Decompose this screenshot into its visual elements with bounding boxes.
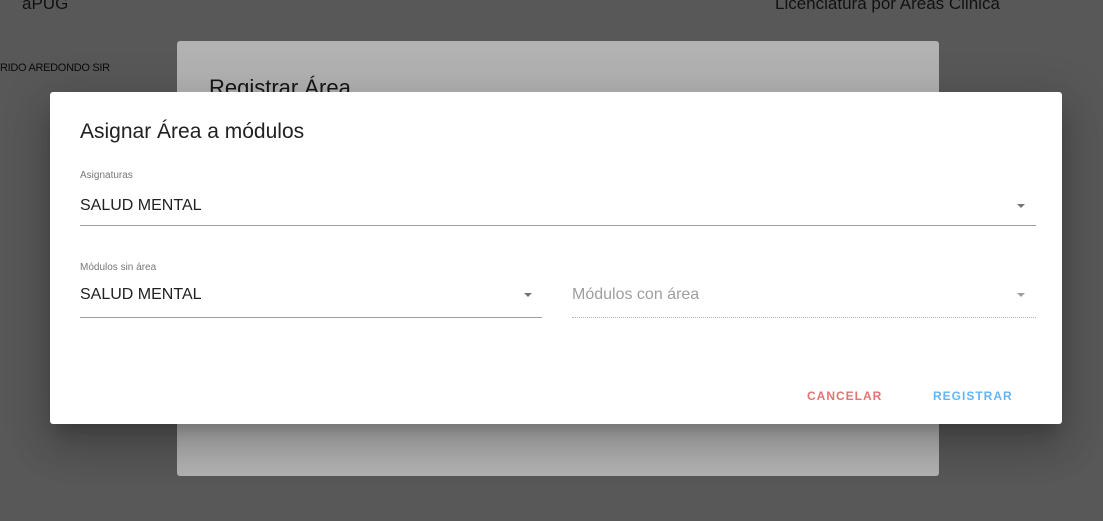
dialog-title: Asignar Área a módulos — [80, 120, 305, 143]
chevron-down-icon[interactable] — [1017, 293, 1025, 297]
asignaturas-select[interactable]: Asignaturas SALUD MENTAL — [80, 170, 1036, 226]
asignaturas-label: Asignaturas — [80, 170, 133, 181]
chevron-down-icon[interactable] — [1017, 204, 1025, 208]
modulos-sin-area-underline — [80, 317, 542, 318]
register-button[interactable]: REGISTRAR — [933, 389, 1013, 403]
modulos-con-area-underline — [572, 317, 1036, 318]
chevron-down-icon[interactable] — [524, 293, 532, 297]
modulos-sin-area-value: SALUD MENTAL — [80, 286, 202, 303]
modulos-sin-area-label: Módulos sin área — [80, 262, 157, 273]
asignaturas-underline — [80, 225, 1036, 226]
cancel-button[interactable]: CANCELAR — [807, 389, 882, 403]
modulos-con-area-placeholder: Módulos con área — [572, 286, 700, 303]
modulos-con-area-select[interactable]: Módulos con área — [572, 262, 1036, 319]
asignaturas-value: SALUD MENTAL — [80, 197, 202, 214]
modulos-sin-area-select[interactable]: Módulos sin área SALUD MENTAL — [80, 262, 542, 319]
assign-area-dialog: Asignar Área a módulos Asignaturas SALUD… — [50, 92, 1062, 424]
